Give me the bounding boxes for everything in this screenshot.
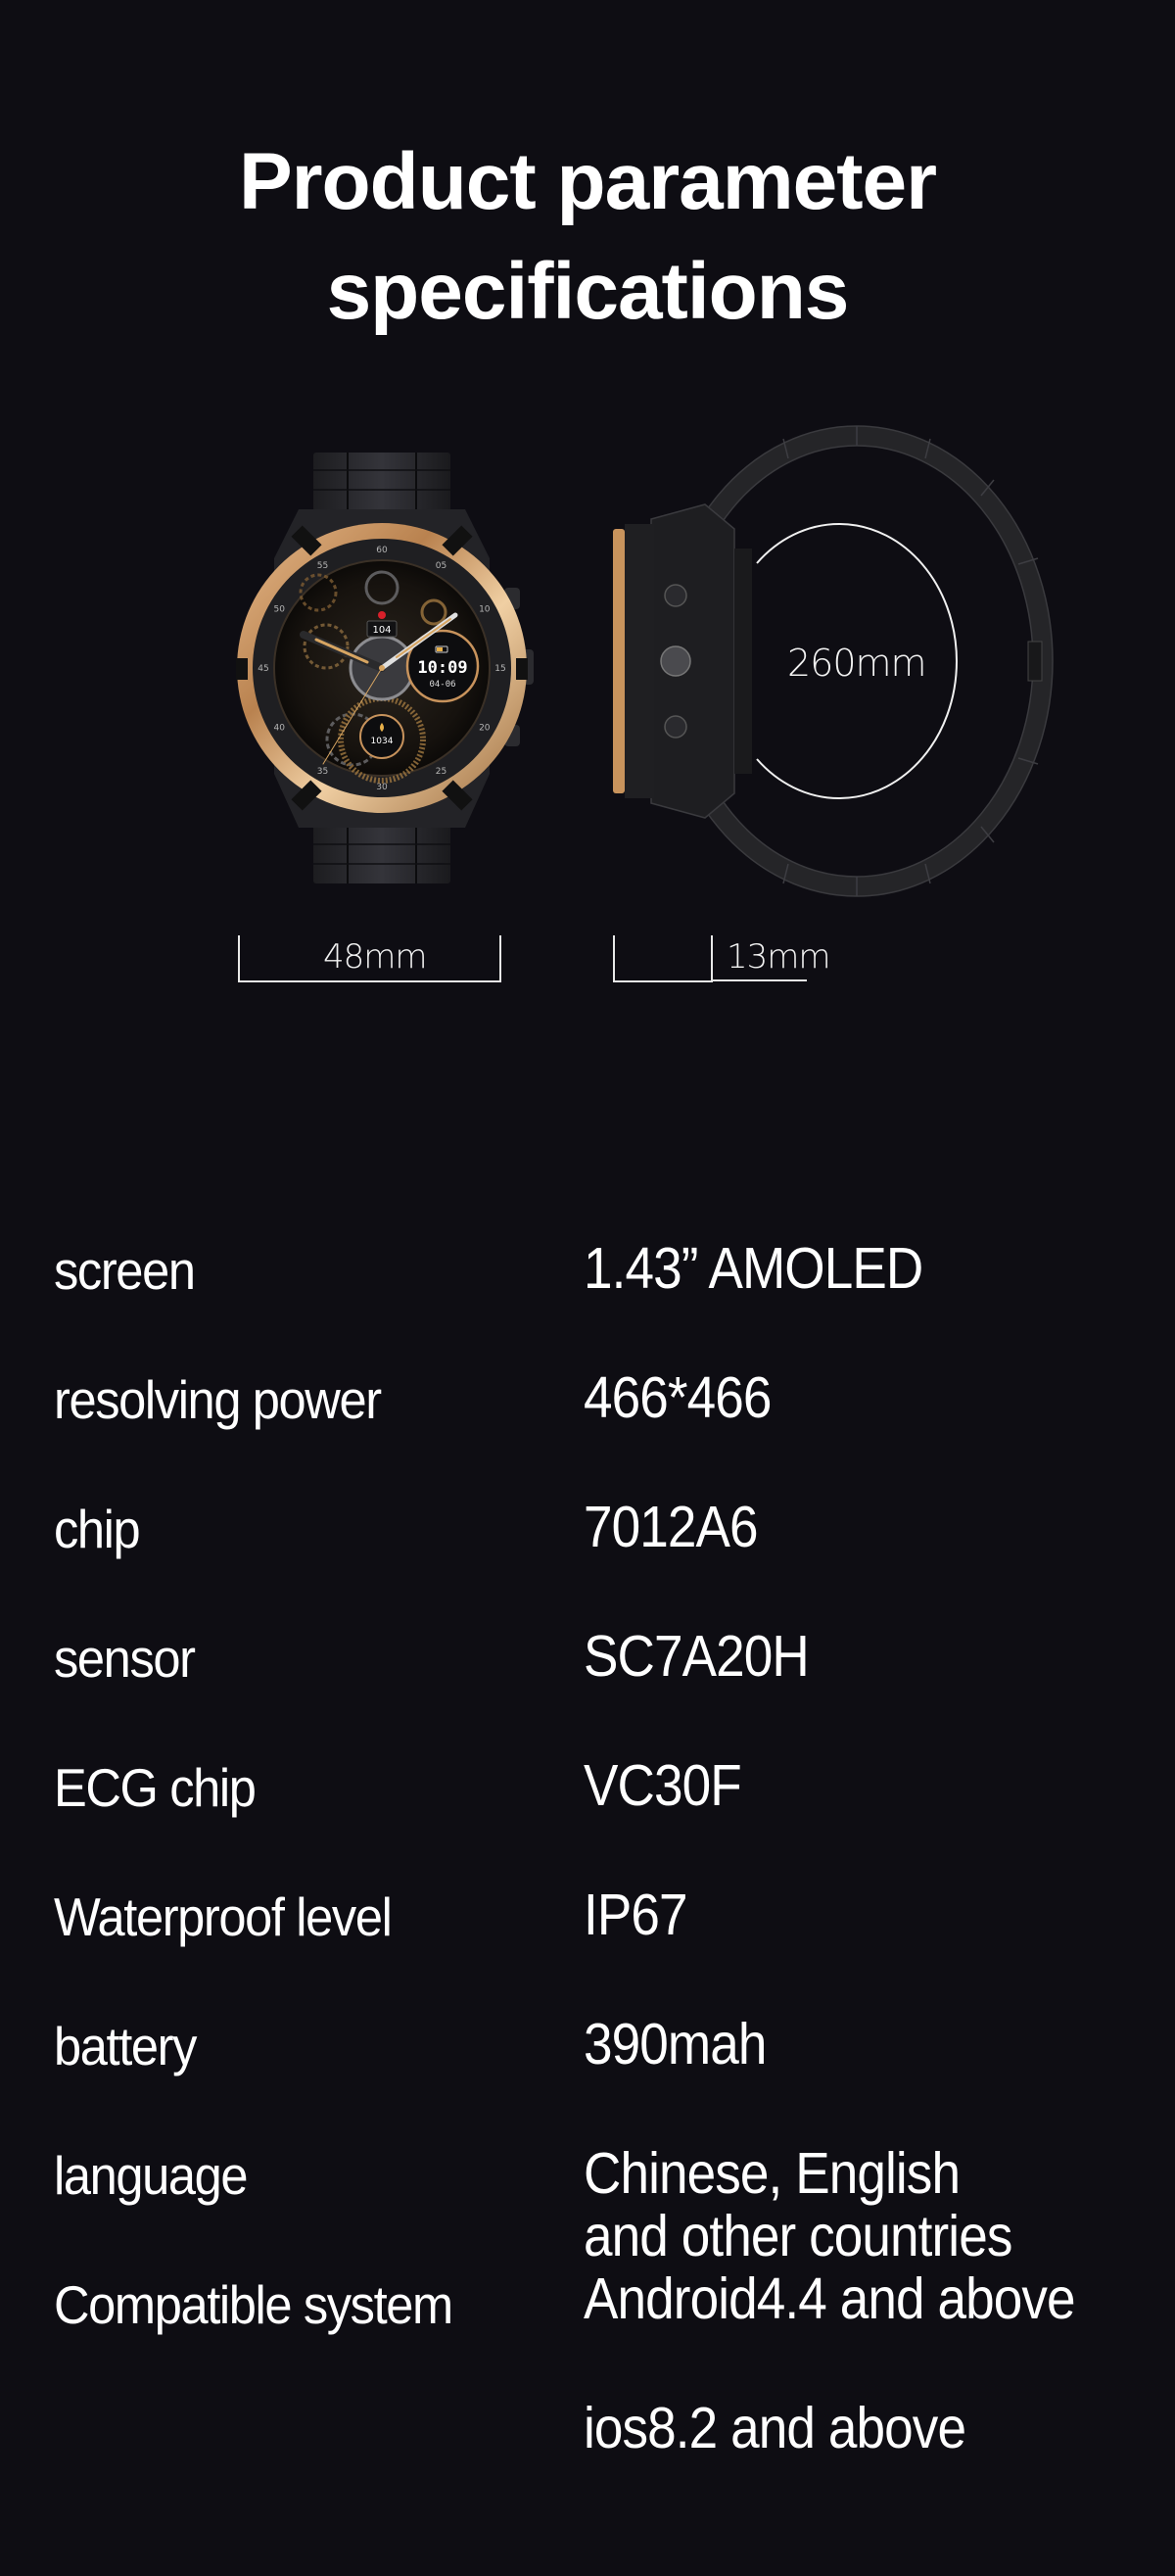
strap-bottom: [313, 823, 450, 883]
bezel-number: 20: [479, 724, 491, 734]
spec-value-compatible-ios: ios8.2 and above: [584, 2396, 966, 2460]
spec-value-language-line1: Chinese, English: [584, 2141, 961, 2206]
bezel-number: 25: [436, 767, 446, 777]
bezel-number: 30: [376, 783, 388, 792]
watch-front-image: 60 05 10 15 20 25 30 35 40 45 50 55 104 10:09 04-06…: [236, 453, 534, 883]
spec-label-chip: chip: [54, 1499, 141, 1559]
thickness-dimension-bracket: [613, 935, 713, 982]
svg-text:04-06: 04-06: [429, 680, 455, 690]
bezel-number: 35: [317, 767, 328, 777]
bezel-number: 15: [494, 664, 505, 674]
svg-text:10:09: 10:09: [417, 658, 467, 678]
bezel-number: 60: [376, 546, 388, 555]
spec-value-language-line2: and other countries: [584, 2204, 1012, 2268]
spec-label-resolution: resolving power: [54, 1369, 382, 1430]
page-title-line2: specifications: [326, 246, 850, 336]
spec-label-battery: battery: [54, 2016, 197, 2076]
spec-value-ecg-chip: VC30F: [584, 1753, 742, 1818]
spec-label-ecg-chip: ECG chip: [54, 1757, 257, 1818]
spec-value-waterproof: IP67: [584, 1883, 688, 1947]
spec-label-sensor: sensor: [54, 1628, 196, 1689]
spec-value-screen: 1.43” AMOLED: [584, 1236, 923, 1301]
circumference-label: 260mm: [787, 642, 927, 685]
bezel-number: 45: [258, 664, 268, 674]
bezel-number: 50: [273, 605, 285, 615]
bezel-number: 05: [436, 561, 446, 571]
watch-case-side: [613, 503, 752, 819]
thickness-bracket-extension: [711, 979, 807, 981]
clasp: [1027, 641, 1043, 682]
strap-top: [313, 453, 450, 511]
spec-value-chip: 7012A6: [584, 1495, 759, 1559]
thickness-label: 13mm: [727, 937, 831, 977]
svg-text:1034: 1034: [371, 737, 394, 746]
bezel-number: 40: [273, 724, 285, 734]
spec-label-waterproof: Waterproof level: [54, 1886, 393, 1947]
bezel-number: 55: [317, 561, 328, 571]
spec-value-compatible-android: Android4.4 and above: [584, 2266, 1076, 2331]
width-label: 48mm: [323, 937, 428, 977]
spec-value-battery: 390mah: [584, 2012, 767, 2076]
spec-value-sensor: SC7A20H: [584, 1624, 810, 1689]
spec-label-compatible-system: Compatible system: [54, 2274, 453, 2335]
svg-text:104: 104: [372, 625, 391, 636]
calories-complication: 1034: [359, 714, 404, 759]
bezel-number: 10: [479, 605, 491, 615]
spec-label-language: language: [54, 2145, 249, 2206]
spec-label-screen: screen: [54, 1240, 196, 1301]
page-title-line1: Product parameter: [238, 136, 937, 226]
spec-value-resolution: 466*466: [584, 1365, 772, 1430]
